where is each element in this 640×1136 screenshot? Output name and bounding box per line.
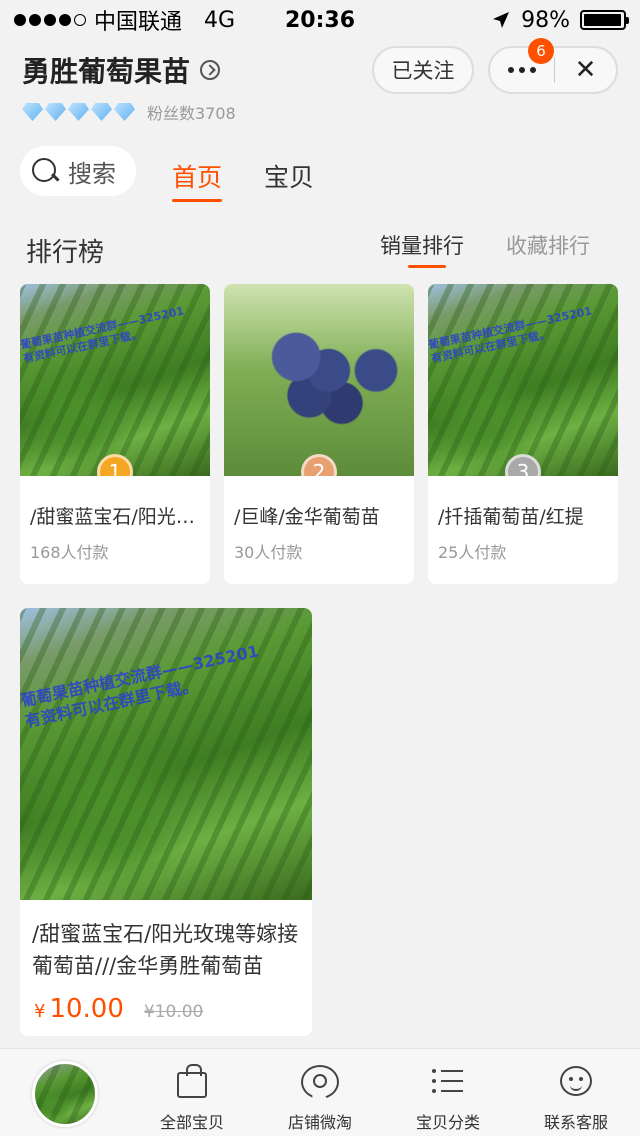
- credit-diamonds: [22, 103, 135, 121]
- nav-customer-service[interactable]: 联系客服: [516, 1061, 636, 1133]
- rank-medal: 3: [505, 454, 541, 476]
- close-button[interactable]: ✕: [555, 48, 616, 92]
- diamond-icon: [68, 103, 89, 121]
- fans-count: 粉丝数3708: [147, 104, 236, 123]
- tab-items[interactable]: 宝贝: [264, 158, 314, 194]
- nav-label: 店铺微淘: [287, 1113, 352, 1132]
- shop-meta: 粉丝数3708: [22, 100, 236, 124]
- chevron-right-circle-icon: [200, 60, 221, 80]
- price-row: ¥10.00 ¥10.00: [34, 994, 298, 1024]
- rank-medal: 2: [301, 454, 337, 476]
- product-image: 2: [224, 284, 414, 476]
- carrier-name: 中国联通: [94, 10, 183, 35]
- diamond-icon: [114, 103, 135, 121]
- shop-avatar[interactable]: [32, 1061, 98, 1127]
- battery-percent: 98%: [521, 7, 570, 33]
- watermark: 葡萄果苗种植交流群——325201 有资料可以在群里下载。: [20, 640, 261, 731]
- signal-icon: [14, 14, 86, 26]
- ranking-title: 排行榜: [26, 238, 105, 268]
- nav-label: 联系客服: [543, 1113, 608, 1132]
- rank-medal: 1: [97, 454, 133, 476]
- shop-name-row[interactable]: 勇胜葡萄果苗: [22, 50, 221, 90]
- search-label: 搜索: [68, 159, 116, 188]
- product-title: /甜蜜蓝宝石/阳光玫瑰等嫁接葡萄苗///金华勇胜葡萄苗: [32, 922, 299, 978]
- ranking-card[interactable]: 葡萄果苗种植交流群——325201 有资料可以在群里下载。 3 /扦插葡萄苗/红提…: [428, 284, 618, 584]
- product-title: /甜蜜蓝宝石/阳光玫瑰等嫁接葡萄苗: [30, 506, 200, 528]
- price: ¥10.00: [34, 994, 124, 1024]
- watermark: 葡萄果苗种植交流群——325201 有资料可以在群里下载。: [20, 303, 186, 366]
- chat-icon: [560, 1066, 592, 1096]
- product-image: 葡萄果苗种植交流群——325201 有资料可以在群里下载。: [20, 608, 312, 900]
- notification-badge: 6: [528, 38, 554, 64]
- bottom-nav: 全部宝贝 店铺微淘 宝贝分类 联系客服: [0, 1048, 640, 1136]
- diamond-icon: [22, 103, 43, 121]
- nav-categories[interactable]: 宝贝分类: [388, 1061, 508, 1133]
- ranking-card[interactable]: 2 /巨峰/金华葡萄苗 30人付款: [224, 284, 414, 584]
- watermark: 葡萄果苗种植交流群——325201 有资料可以在群里下载。: [428, 303, 594, 366]
- bag-icon: [177, 1064, 207, 1098]
- ranking-card[interactable]: 葡萄果苗种植交流群——325201 有资料可以在群里下载。 1 /甜蜜蓝宝石/阳光…: [20, 284, 210, 584]
- tab-home[interactable]: 首页: [172, 158, 223, 202]
- search-button[interactable]: 搜索: [20, 146, 136, 196]
- sold-count: 25人付款: [438, 543, 507, 562]
- network-type: 4G: [204, 7, 236, 33]
- location-arrow-icon: [493, 12, 510, 28]
- product-title: /巨峰/金华葡萄苗: [234, 506, 380, 528]
- tab-favorites-ranking[interactable]: 收藏排行: [506, 230, 590, 260]
- follow-button[interactable]: 已关注: [372, 46, 474, 94]
- product-image: 葡萄果苗种植交流群——325201 有资料可以在群里下载。 1: [20, 284, 210, 476]
- list-icon: [432, 1068, 464, 1094]
- nav-label: 全部宝贝: [159, 1113, 224, 1132]
- shop-name: 勇胜葡萄果苗: [22, 55, 191, 88]
- battery-icon: [580, 10, 629, 30]
- broadcast-icon: [301, 1065, 339, 1097]
- diamond-icon: [91, 103, 112, 121]
- close-icon: ✕: [574, 55, 597, 85]
- nav-all-items[interactable]: 全部宝贝: [132, 1061, 252, 1133]
- product-title: /扦插葡萄苗/红提: [438, 506, 584, 528]
- search-icon: [32, 158, 58, 184]
- sold-count: 30人付款: [234, 543, 303, 562]
- product-image: 葡萄果苗种植交流群——325201 有资料可以在群里下载。 3: [428, 284, 618, 476]
- original-price: ¥10.00: [143, 1002, 204, 1022]
- status-bar: 中国联通 4G 20:36 98%: [0, 0, 640, 40]
- sold-count: 168人付款: [30, 543, 109, 562]
- diamond-icon: [45, 103, 66, 121]
- nav-label: 宝贝分类: [415, 1113, 480, 1132]
- nav-shop-feed[interactable]: 店铺微淘: [260, 1061, 380, 1133]
- tab-sales-ranking[interactable]: 销量排行: [380, 230, 464, 268]
- featured-product-card[interactable]: 葡萄果苗种植交流群——325201 有资料可以在群里下载。 /甜蜜蓝宝石/阳光玫瑰…: [20, 608, 312, 1036]
